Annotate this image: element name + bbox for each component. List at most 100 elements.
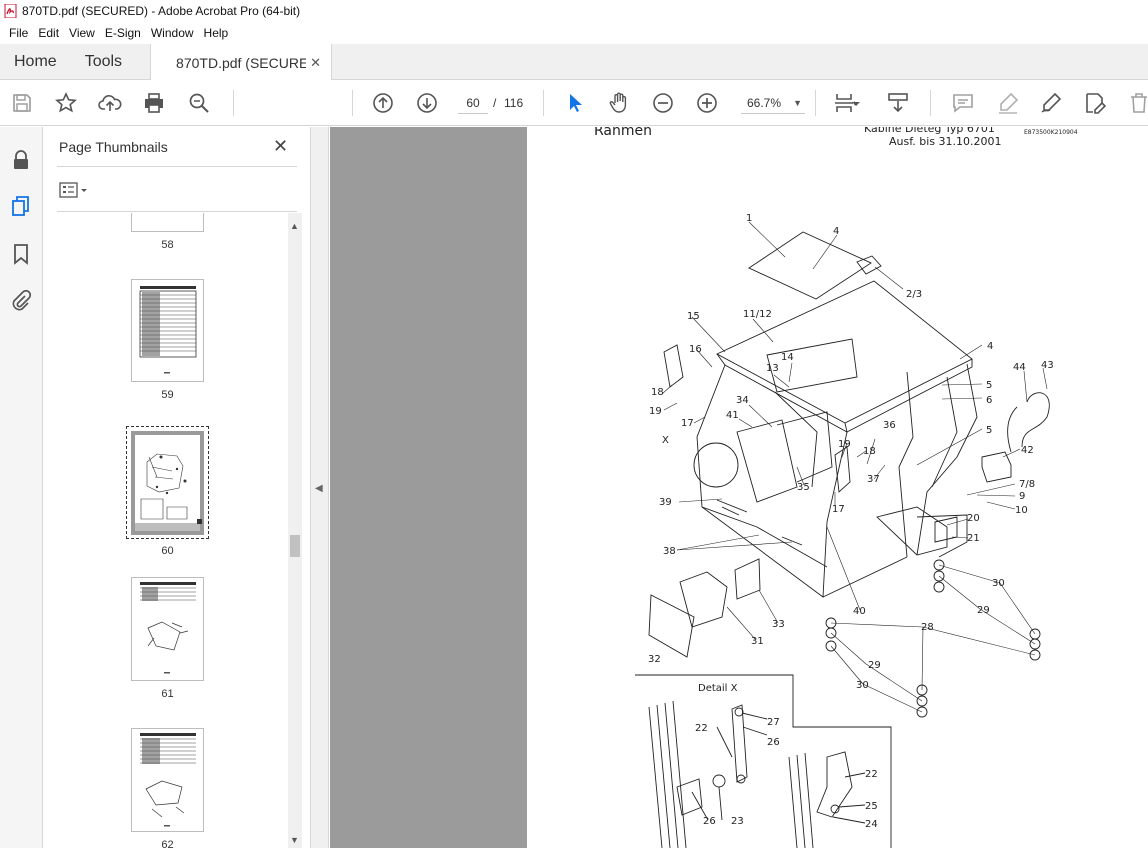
callout: 26 [767,737,780,748]
callout: 6 [986,395,992,406]
menu-help[interactable]: Help [199,26,234,40]
next-page-icon[interactable] [415,91,439,115]
callout: 36 [883,420,896,431]
callout: 44 [1013,362,1026,373]
page-header-code: E873500K210904 [1024,129,1078,136]
print-icon[interactable] [142,91,166,115]
callout: 7/8 [1019,479,1035,490]
scroll-mode-icon[interactable] [886,91,910,115]
callout: 24 [865,819,878,830]
thumbnail-options-button[interactable] [59,181,89,199]
callout: 2/3 [906,289,922,300]
sign-icon[interactable] [1039,91,1063,115]
select-arrow-icon[interactable] [563,91,587,115]
scroll-up-icon[interactable]: ▲ [290,221,299,231]
callout: 27 [767,717,780,728]
thumbnail-page-59[interactable] [131,279,204,382]
thumbnail-page-58[interactable] [131,213,204,232]
menu-window[interactable]: Window [146,26,199,40]
callout: 20 [967,513,980,524]
menu-edit[interactable]: Edit [33,26,64,40]
scrollbar-thumb[interactable] [290,535,300,557]
thumbnail-page-60-selected[interactable] [126,426,209,539]
close-icon[interactable]: ✕ [273,136,288,157]
callout: 42 [1021,445,1034,456]
panel-divider [57,166,297,167]
thumbnail-page-62[interactable] [131,728,204,832]
thumbnail-label: 59 [161,389,174,401]
zoom-in-icon[interactable] [695,91,719,115]
chevron-down-icon: ▼ [793,97,802,108]
callout: 26 [703,816,716,827]
tab-document-label: 870TD.pdf (SECURE... [176,54,307,71]
callout: 43 [1041,360,1054,371]
callout: 21 [967,533,980,544]
thumbnail-list: 58 59 60 61 62 [53,213,287,848]
zoom-out-icon[interactable] [651,91,675,115]
thumbnail-label: 58 [161,239,174,251]
zoom-dropdown[interactable]: 66.7% ▼ [741,92,805,114]
callout: 10 [1015,505,1028,516]
save-icon[interactable] [10,91,34,115]
tab-tools-label: Tools [84,52,123,70]
pages-icon[interactable] [8,193,34,219]
tab-document[interactable]: 870TD.pdf (SECURE... ✕ [150,44,333,81]
callout: 5 [986,425,992,436]
star-icon[interactable] [54,91,78,115]
thumbnail-label: 60 [161,545,174,557]
tab-tools[interactable]: Tools [71,44,136,79]
callout: 13 [766,363,779,374]
search-zoom-icon[interactable] [187,91,211,115]
paperclip-icon[interactable] [8,287,34,313]
callout: 35 [797,482,810,493]
toolbar: / 116 66.7% ▼ [0,80,1148,126]
scroll-down-icon[interactable]: ▼ [290,835,299,845]
callout: 29 [977,605,990,616]
callout: 17 [832,504,845,515]
callout: 4 [833,226,839,237]
panel-title: Page Thumbnails [59,139,168,155]
hand-icon[interactable] [607,91,631,115]
chevron-down-icon[interactable] [850,91,862,115]
callout: 29 [868,660,881,671]
callout: 5 [986,380,992,391]
window-title: 870TD.pdf (SECURED) - Adobe Acrobat Pro … [22,4,301,18]
panel-divider [57,211,297,212]
panel-collapse-handle[interactable]: ◀ [311,127,329,848]
thumbnail-scrollbar[interactable]: ▲ ▼ [288,213,302,848]
upload-icon[interactable] [98,91,122,115]
tab-home-label: Home [14,52,57,70]
lock-icon[interactable] [8,147,34,173]
thumbnail-page-61[interactable] [131,577,204,681]
page-number-input[interactable] [458,92,488,114]
prev-page-icon[interactable] [371,91,395,115]
callout: 30 [856,680,869,691]
menu-view[interactable]: View [64,26,100,40]
callout: 9 [1019,491,1025,502]
thumbnail-label: 62 [161,839,174,848]
document-view[interactable]: Rahmen Kabine Dieteg Typ 6701 Ausf. bis … [330,127,1148,848]
tab-bar: Home Tools 870TD.pdf (SECURE... ✕ [0,44,1148,81]
delete-icon[interactable] [1127,91,1148,115]
bookmark-icon[interactable] [8,241,34,267]
toolbar-divider [543,90,544,116]
page-header-right-2: Ausf. bis 31.10.2001 [889,135,1002,148]
list-options-icon [59,182,78,198]
callout: 4 [987,341,993,352]
callout: 14 [781,352,794,363]
highlight-icon[interactable] [996,91,1020,115]
menu-esign[interactable]: E-Sign [100,26,146,40]
page-total: 116 [504,96,524,110]
callout: 22 [695,723,708,734]
thumbnail-image [140,582,196,674]
comment-icon[interactable] [951,91,975,115]
toolbar-divider [352,90,353,116]
close-tab-icon[interactable]: ✕ [310,55,321,71]
menu-file[interactable]: File [4,26,33,40]
callout: 34 [736,395,749,406]
chevron-left-icon: ◀ [315,483,323,494]
page-header-left: Rahmen [594,127,652,139]
tab-home[interactable]: Home [0,44,71,79]
callout: 16 [689,344,702,355]
edit-icon[interactable] [1083,91,1107,115]
